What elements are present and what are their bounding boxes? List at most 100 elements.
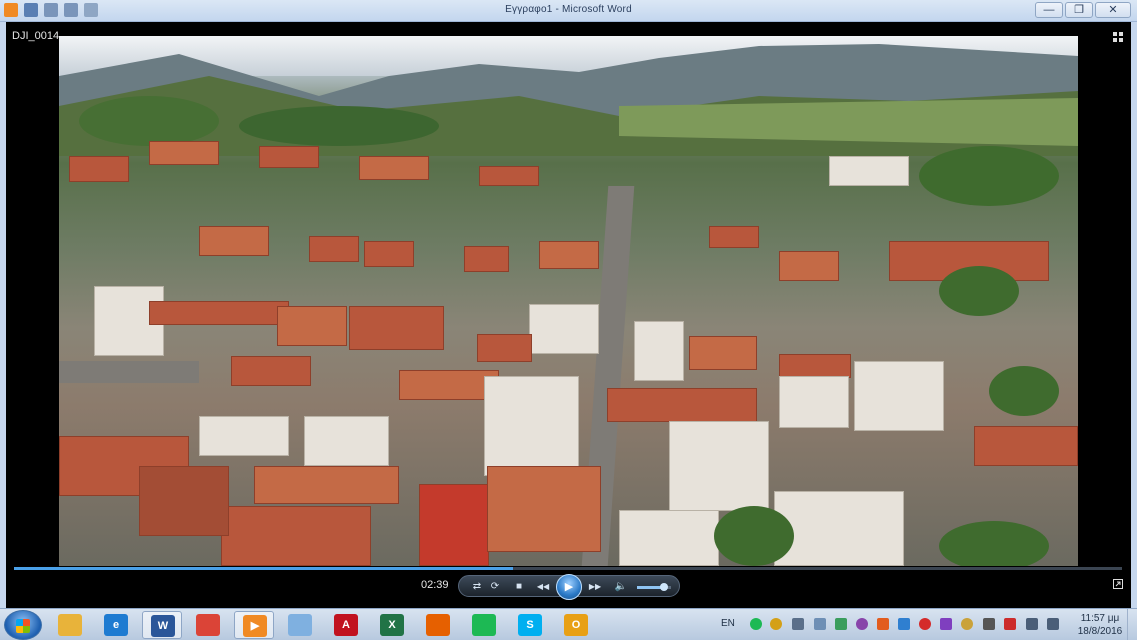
clock[interactable]: 11:57 μμ 18/8/2016 xyxy=(1075,612,1125,638)
roof xyxy=(69,156,129,182)
roof xyxy=(464,246,509,272)
roof xyxy=(359,156,429,180)
clock-date: 18/8/2016 xyxy=(1077,626,1123,637)
spotify-icon xyxy=(472,614,496,636)
roof xyxy=(231,356,311,386)
seek-progress xyxy=(14,567,513,570)
roof xyxy=(277,306,347,346)
clock-time: 11:57 μμ xyxy=(1080,613,1120,624)
taskbar-app-chrome[interactable] xyxy=(188,611,228,639)
tree xyxy=(79,96,219,146)
taskbar-app-outlook[interactable]: O xyxy=(556,611,596,639)
restore-button[interactable]: ❐ xyxy=(1065,2,1093,18)
playback-controls: 02:39 ⇄ ⟳ ■ ◀◀ ▶ ▶▶ 🔈 xyxy=(0,574,1137,600)
roof xyxy=(221,506,371,566)
taskbar-app-spotify[interactable] xyxy=(464,611,504,639)
video-frame[interactable] xyxy=(59,36,1078,566)
current-time: 02:39 xyxy=(421,579,449,591)
shuffle-icon[interactable]: ⇄ xyxy=(469,579,485,595)
roof xyxy=(254,466,399,504)
roof xyxy=(419,484,489,566)
firefox-icon xyxy=(426,614,450,636)
roof xyxy=(539,241,599,269)
action-center-icon[interactable] xyxy=(1047,618,1059,630)
roof xyxy=(349,306,444,350)
roof xyxy=(974,426,1078,466)
tray-icon[interactable] xyxy=(835,618,847,630)
tray-icon[interactable] xyxy=(961,618,973,630)
acrobat-icon: A xyxy=(334,614,358,636)
volume-tray-icon[interactable] xyxy=(792,618,804,630)
building xyxy=(634,321,684,381)
building xyxy=(619,510,719,566)
play-button[interactable]: ▶ xyxy=(556,574,582,600)
volume-slider[interactable] xyxy=(637,583,671,591)
previous-button[interactable]: ◀◀ xyxy=(533,579,553,595)
volume-icon[interactable]: 🔈 xyxy=(613,579,629,595)
switch-to-library-icon[interactable] xyxy=(1113,579,1123,589)
roof xyxy=(709,226,759,248)
tray-icon[interactable] xyxy=(983,618,995,630)
building xyxy=(304,416,389,466)
tray-icon[interactable] xyxy=(877,618,889,630)
taskbar-app-media-player[interactable]: ▶ xyxy=(234,611,274,639)
chrome-icon xyxy=(196,614,220,636)
seek-bar[interactable] xyxy=(14,567,1122,570)
roof xyxy=(689,336,757,370)
building xyxy=(669,421,769,511)
clip-name: DJI_0014 xyxy=(12,30,60,42)
tray-icon[interactable] xyxy=(919,618,931,630)
taskbar-app-excel[interactable]: X xyxy=(372,611,412,639)
show-desktop-button[interactable] xyxy=(1127,609,1137,640)
onenote-tray-icon[interactable] xyxy=(940,618,952,630)
tree xyxy=(939,266,1019,316)
roof xyxy=(607,388,757,422)
roof xyxy=(479,166,539,186)
building xyxy=(199,416,289,456)
volume-knob[interactable] xyxy=(660,583,669,591)
taskbar-app-acrobat[interactable]: A xyxy=(326,611,366,639)
outlook-icon: O xyxy=(564,614,588,636)
roof xyxy=(149,301,289,325)
network-icon[interactable] xyxy=(1026,618,1038,630)
roof xyxy=(779,354,851,378)
repeat-icon[interactable]: ⟳ xyxy=(487,579,503,595)
taskbar-app-file-explorer[interactable] xyxy=(50,611,90,639)
taskbar-app-word[interactable]: W xyxy=(142,611,182,639)
language-indicator[interactable]: EN xyxy=(721,618,735,629)
stop-button[interactable]: ■ xyxy=(511,579,527,595)
media-player-icon: ▶ xyxy=(243,615,267,637)
roof xyxy=(487,466,601,552)
building xyxy=(779,376,849,428)
tray-icon[interactable] xyxy=(814,618,826,630)
taskbar-app-notepad[interactable] xyxy=(280,611,320,639)
road xyxy=(59,361,199,383)
roof xyxy=(139,466,229,536)
tray-icon[interactable] xyxy=(770,618,782,630)
next-button[interactable]: ▶▶ xyxy=(585,579,605,595)
taskbar-app-internet-explorer[interactable]: e xyxy=(96,611,136,639)
window-titlebar: Εγγραφο1 - Microsoft Word — ❐ ✕ xyxy=(0,0,1137,22)
taskbar-app-firefox[interactable] xyxy=(418,611,458,639)
roof xyxy=(199,226,269,256)
minimize-button[interactable]: — xyxy=(1035,2,1063,18)
building xyxy=(529,304,599,354)
taskbar: e W ▶ A X S O EN 11:57 μμ 18/8/2016 xyxy=(0,608,1137,640)
video-mountains xyxy=(59,44,1078,156)
notepad-icon xyxy=(288,614,312,636)
file-explorer-icon xyxy=(58,614,82,636)
close-button[interactable]: ✕ xyxy=(1095,2,1131,18)
spotify-tray-icon[interactable] xyxy=(750,618,762,630)
roof xyxy=(364,241,414,267)
building xyxy=(829,156,909,186)
tree xyxy=(989,366,1059,416)
taskbar-app-skype[interactable]: S xyxy=(510,611,550,639)
tray-icon[interactable] xyxy=(898,618,910,630)
screen: Εγγραφο1 - Microsoft Word — ❐ ✕ DJI_0014 xyxy=(0,0,1137,640)
building xyxy=(774,491,904,566)
fullscreen-icon[interactable] xyxy=(1113,32,1123,42)
start-button[interactable] xyxy=(4,610,42,640)
tray-icon[interactable] xyxy=(1004,618,1016,630)
tray-icon[interactable] xyxy=(856,618,868,630)
internet-explorer-icon: e xyxy=(104,614,128,636)
